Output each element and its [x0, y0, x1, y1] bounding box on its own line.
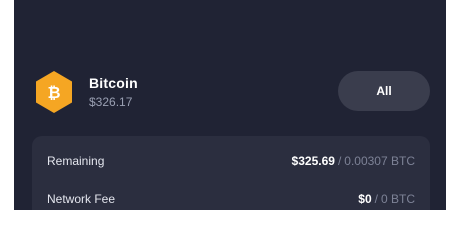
all-button[interactable]: All [338, 71, 430, 111]
remaining-value: $325.69 / 0.00307 BTC [292, 154, 415, 168]
network-fee-usd: $0 [358, 192, 372, 206]
remaining-row: Remaining $325.69 / 0.00307 BTC [47, 151, 415, 171]
network-fee-separator: / [374, 192, 378, 206]
remaining-label: Remaining [47, 154, 105, 168]
network-fee-value: $0 / 0 BTC [358, 192, 415, 206]
network-fee-row: Network Fee $0 / 0 BTC [47, 189, 415, 209]
network-fee-btc: 0 BTC [380, 192, 415, 206]
remaining-usd: $325.69 [291, 154, 335, 168]
svg-text:₿: ₿ [47, 84, 60, 102]
asset-value: $326.17 [89, 95, 133, 109]
bitcoin-icon: ₿ [36, 71, 72, 113]
remaining-separator: / [337, 154, 342, 168]
send-panel: ₿ Bitcoin $326.17 All Remaining $325.69 … [14, 0, 446, 210]
asset-row: ₿ Bitcoin $326.17 All [14, 66, 446, 118]
asset-name: Bitcoin [89, 75, 138, 91]
network-fee-label: Network Fee [47, 192, 116, 206]
remaining-btc: 0.00307 BTC [344, 154, 415, 168]
summary-card: Remaining $325.69 / 0.00307 BTC Network … [32, 136, 430, 210]
